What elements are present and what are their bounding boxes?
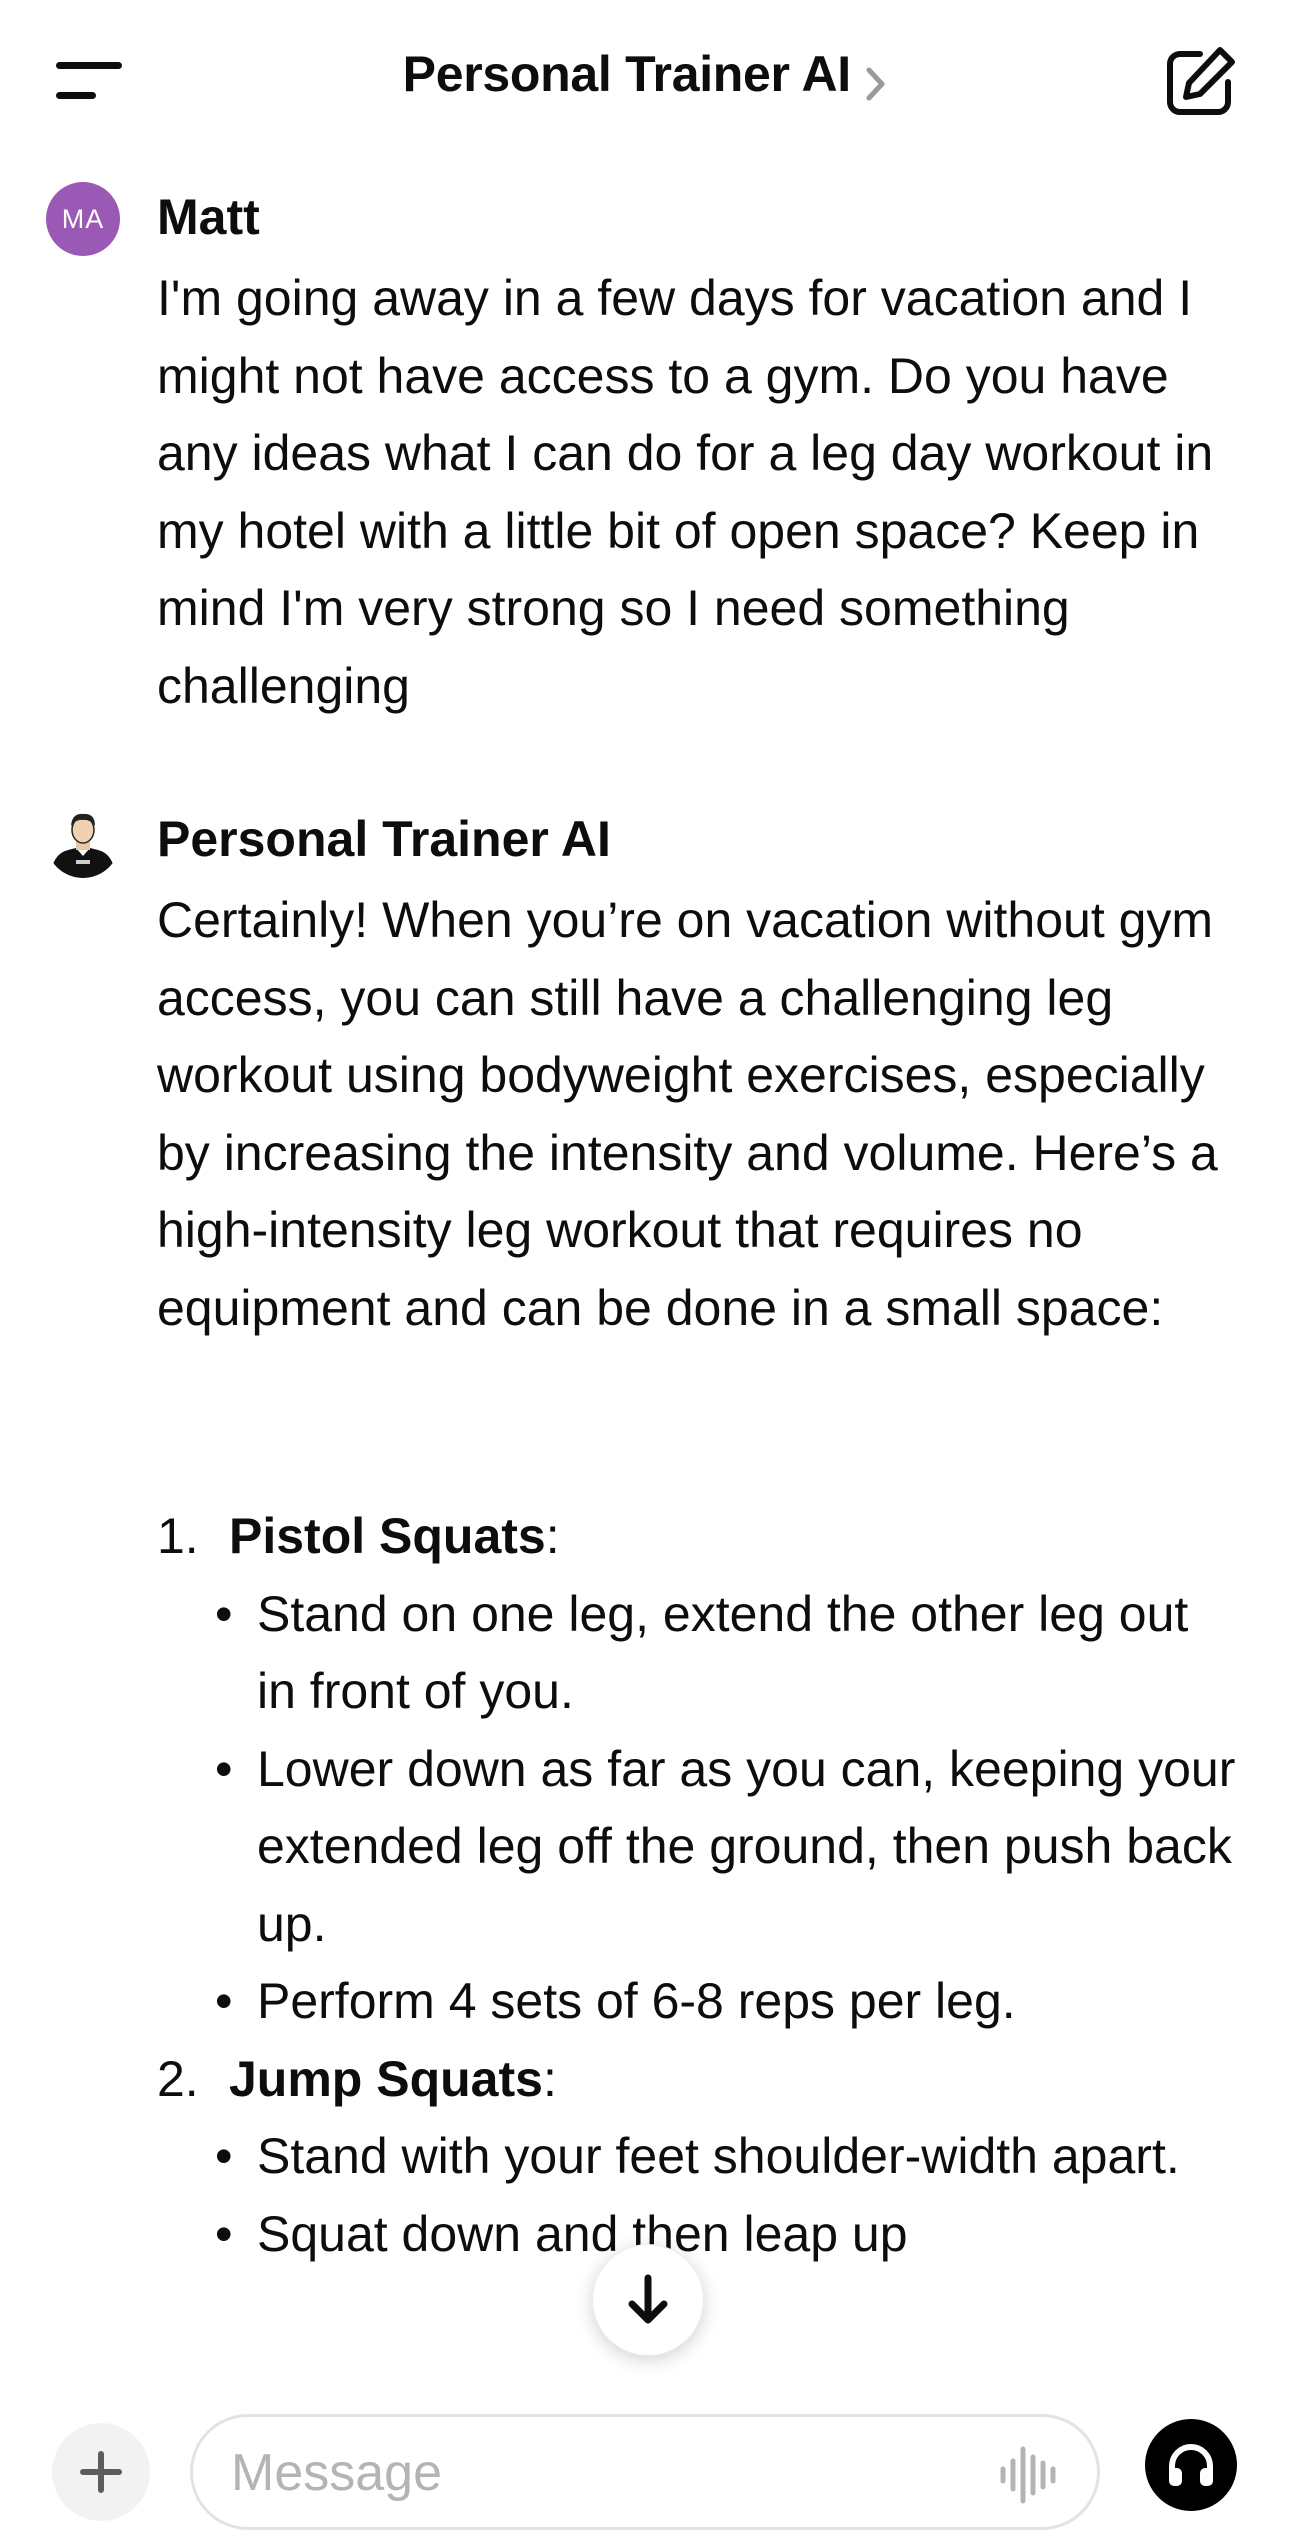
bullet-icon: • <box>215 1973 233 2029</box>
user-avatar: MA <box>46 182 120 256</box>
exercise-name-suffix: : <box>542 2050 557 2107</box>
list-item: • Lower down as far as you can, keeping y… <box>157 1731 1237 1964</box>
list-number: 1. <box>157 1508 199 1564</box>
list-item: • Perform 4 sets of 6-8 reps per leg. <box>157 1963 1237 2041</box>
assistant-avatar <box>46 804 120 878</box>
compose-icon <box>1167 47 1235 115</box>
list-item: 2. Jump Squats: • Stand with your feet sh… <box>157 2041 1237 2274</box>
trainer-avatar-icon <box>46 804 120 878</box>
voice-mode-button[interactable] <box>1145 2419 1237 2511</box>
list-number: 2. <box>157 2050 199 2107</box>
message-input[interactable] <box>231 2435 951 2511</box>
plus-icon <box>80 2451 122 2493</box>
message-sender-name: Personal Trainer AI <box>157 811 611 867</box>
exercise-step: Lower down as far as you can, keeping yo… <box>257 1740 1236 1952</box>
bullet-icon: • <box>215 2128 233 2184</box>
exercise-step: Stand on one leg, extend the other leg o… <box>257 1585 1189 1720</box>
exercise-name: Pistol Squats <box>229 1508 546 1564</box>
dictation-waveform-icon[interactable] <box>997 2445 1061 2505</box>
page-title: Personal Trainer AI <box>402 46 851 102</box>
bullet-icon: • <box>215 1740 233 1797</box>
exercise-step: Stand with your feet shoulder-width apar… <box>257 2128 1180 2184</box>
headphones-icon <box>1169 2444 1213 2486</box>
exercise-name-suffix: : <box>545 1508 560 1564</box>
list-item: • Stand with your feet shoulder-width apa… <box>157 2118 1237 2196</box>
chevron-right-icon <box>865 67 887 106</box>
exercise-list: 1. Pistol Squats: • Stand on one leg, ext… <box>157 1498 1237 2273</box>
attach-button[interactable] <box>52 2423 150 2521</box>
message-text: I'm going away in a few days for vacatio… <box>157 270 1214 714</box>
message-sender-name: Matt <box>157 189 260 245</box>
scroll-to-bottom-button[interactable] <box>592 2244 704 2356</box>
exercise-step: Squat down and then leap up <box>257 2205 908 2262</box>
message-input-wrapper <box>190 2414 1100 2530</box>
list-item: • Squat down and then leap up <box>157 2196 1237 2274</box>
model-title-button[interactable]: Personal Trainer AI <box>0 45 1290 106</box>
exercise-step: Perform 4 sets of 6-8 reps per leg. <box>257 1973 1016 2029</box>
list-item: 1. Pistol Squats: • Stand on one leg, ext… <box>157 1498 1237 2041</box>
arrow-down-icon <box>628 2274 668 2324</box>
exercise-name: Jump Squats <box>229 2050 543 2107</box>
bullet-icon: • <box>215 2205 233 2262</box>
bullet-icon: • <box>215 1585 233 1642</box>
list-item: • Stand on one leg, extend the other leg … <box>157 1576 1237 1731</box>
chat-header: Personal Trainer AI <box>0 0 1290 165</box>
composer <box>0 2380 1290 2548</box>
message-intro-text: Certainly! When you’re on vacation witho… <box>157 892 1218 1336</box>
new-chat-button[interactable] <box>1162 44 1238 120</box>
